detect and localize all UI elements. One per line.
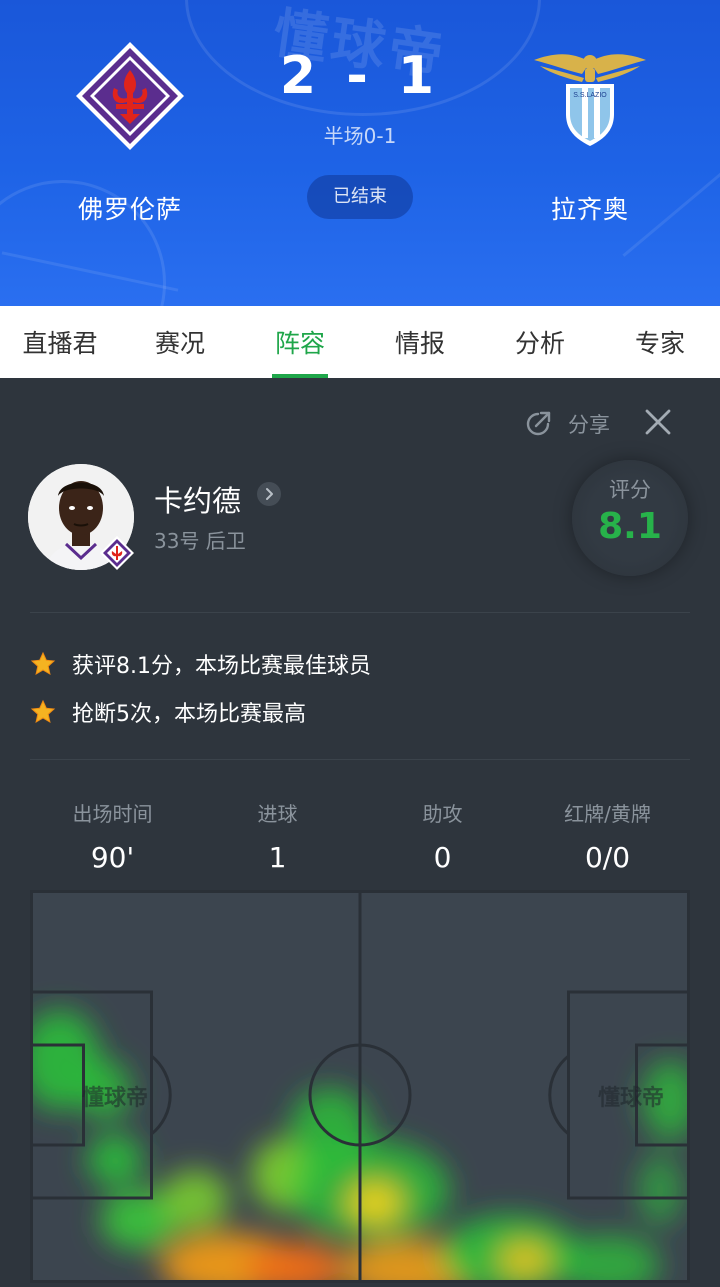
player-detail-panel: 分享 卡约德 33号 后卫 评分 8.1 获评8.1分，本场比赛最佳球员 抢断5…	[0, 378, 720, 1283]
star-icon	[30, 651, 56, 676]
lazio-badge-text: S.S.LAZIO	[573, 92, 607, 99]
heatmap-pitch: 懂球帝 懂球帝	[30, 890, 690, 1283]
stat-goals: 进球 1	[195, 798, 360, 874]
home-team[interactable]: 佛罗伦萨	[30, 40, 230, 226]
match-score: 2 - 1	[279, 46, 441, 106]
close-button[interactable]	[642, 406, 674, 438]
rating-label: 评分	[609, 478, 651, 502]
stat-cards: 红牌/黄牌 0/0	[525, 798, 690, 874]
stat-label: 助攻	[422, 802, 463, 826]
divider	[30, 612, 690, 613]
tab-match-events[interactable]: 赛况	[120, 306, 240, 378]
player-stats: 出场时间 90' 进球 1 助攻 0 红牌/黄牌 0/0	[30, 798, 690, 874]
stat-minutes: 出场时间 90'	[30, 798, 195, 874]
stat-value: 90'	[90, 841, 135, 874]
player-number-position: 33号 后卫	[154, 529, 246, 553]
stat-value: 0/0	[584, 841, 631, 874]
star-icon	[30, 699, 56, 724]
pitch-watermark-left: 懂球帝	[82, 1085, 148, 1111]
player-profile-button[interactable]	[257, 482, 281, 506]
share-button[interactable]: 分享	[522, 408, 610, 440]
player-rating: 评分 8.1	[572, 460, 688, 576]
share-icon	[526, 411, 551, 436]
tab-intel[interactable]: 情报	[360, 306, 480, 378]
tab-live[interactable]: 直播君	[0, 306, 120, 378]
fiorentina-badge-icon	[70, 40, 190, 150]
highlight-item: 抢断5次，本场比赛最高	[30, 696, 306, 728]
tab-lineup[interactable]: 阵容	[240, 306, 360, 378]
stat-label: 进球	[257, 802, 298, 826]
lazio-badge-icon: S.S.LAZIO	[530, 40, 650, 150]
match-tabs: 直播君 赛况 阵容 情报 分析 专家	[0, 306, 720, 378]
stat-label: 出场时间	[72, 802, 153, 826]
rating-value: 8.1	[598, 506, 662, 547]
tab-experts[interactable]: 专家	[600, 306, 720, 378]
match-status-badge: 已结束	[307, 175, 413, 219]
pitch-watermark-right: 懂球帝	[598, 1085, 664, 1111]
tab-analysis[interactable]: 分析	[480, 306, 600, 378]
stat-assists: 助攻 0	[360, 798, 525, 874]
halftime-score: 半场0-1	[323, 124, 397, 148]
player-club-badge-icon	[100, 536, 134, 570]
chevron-right-icon	[266, 488, 273, 500]
close-icon	[645, 409, 671, 435]
away-team[interactable]: S.S.LAZIO 拉齐奥	[490, 40, 690, 226]
stat-label: 红牌/黄牌	[564, 802, 651, 826]
home-team-name: 佛罗伦萨	[77, 195, 182, 224]
player-name[interactable]: 卡约德	[154, 478, 241, 520]
divider	[30, 759, 690, 760]
stat-value: 0	[433, 841, 452, 874]
highlight-item: 获评8.1分，本场比赛最佳球员	[30, 648, 371, 680]
match-header: 懂球帝 佛罗伦萨 2 - 1 半场0-1 已结束 S.S.LAZIO 拉齐奥	[0, 0, 720, 306]
away-team-name: 拉齐奥	[550, 195, 629, 224]
share-label: 分享	[568, 413, 610, 437]
highlight-text: 获评8.1分，本场比赛最佳球员	[72, 654, 371, 679]
highlight-text: 抢断5次，本场比赛最高	[72, 702, 306, 727]
stat-value: 1	[268, 841, 287, 874]
